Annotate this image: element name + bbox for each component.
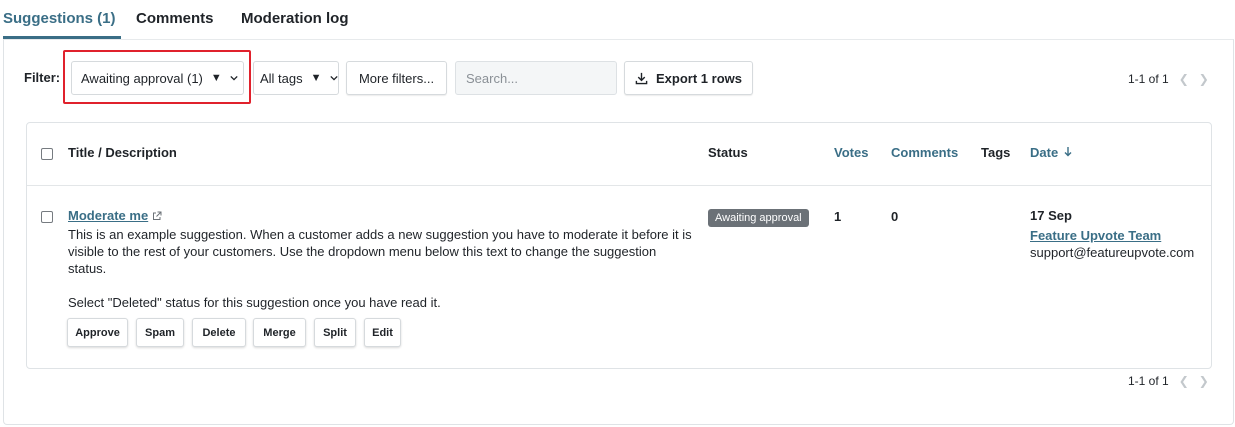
chevron-right-icon[interactable]: ❯: [1199, 72, 1209, 86]
header-tags: Tags: [981, 145, 1011, 160]
chevron-down-icon: [230, 75, 238, 81]
external-link-icon: [153, 211, 162, 220]
filter-label: Filter:: [24, 70, 61, 85]
pagination-count: 1-1 of 1: [1128, 72, 1169, 86]
caret-down-icon: ▼: [310, 72, 322, 84]
tags-filter-value: All tags: [260, 70, 303, 86]
header-title: Title / Description: [68, 145, 177, 160]
author-link[interactable]: Feature Upvote Team: [1030, 228, 1161, 243]
tab-comments[interactable]: Comments: [136, 10, 214, 27]
tags-filter-select[interactable]: All tags ▼: [253, 61, 339, 95]
header-date[interactable]: Date: [1030, 145, 1073, 160]
votes-count: 1: [834, 209, 842, 224]
status-filter-value: Awaiting approval (1): [81, 70, 203, 86]
delete-button[interactable]: Delete: [192, 318, 246, 347]
caret-down-icon: ▼: [210, 72, 222, 84]
header-date-label: Date: [1030, 145, 1059, 160]
search-box[interactable]: [455, 61, 617, 95]
pagination-top: 1-1 of 1 ❮ ❯: [1128, 72, 1209, 86]
spam-button[interactable]: Spam: [136, 318, 184, 347]
chevron-down-icon: [329, 75, 338, 81]
chevron-left-icon[interactable]: ❮: [1179, 374, 1189, 388]
suggestion-note: Select "Deleted" status for this suggest…: [68, 295, 441, 310]
split-button[interactable]: Split: [314, 318, 356, 347]
suggestion-title: Moderate me: [68, 208, 149, 223]
row-checkbox[interactable]: [41, 211, 53, 223]
header-votes[interactable]: Votes: [834, 145, 868, 160]
header-status: Status: [708, 145, 748, 160]
download-icon: [635, 72, 648, 84]
suggestion-description: This is an example suggestion. When a cu…: [68, 227, 692, 276]
author-email: support@featureupvote.com: [1030, 245, 1195, 260]
chevron-left-icon[interactable]: ❮: [1179, 72, 1189, 86]
more-filters-label: More filters...: [358, 70, 435, 86]
more-filters-button[interactable]: More filters...: [346, 61, 447, 95]
select-all-checkbox[interactable]: [41, 148, 53, 160]
tab-bar: Suggestions (1) Comments Moderation log: [0, 0, 1235, 39]
comments-count: 0: [891, 209, 899, 224]
export-button[interactable]: Export 1 rows: [624, 61, 753, 95]
header-divider: [27, 185, 1211, 186]
approve-button[interactable]: Approve: [67, 318, 128, 347]
chevron-right-icon[interactable]: ❯: [1199, 374, 1209, 388]
suggestion-title-link[interactable]: Moderate me: [68, 208, 162, 223]
suggestion-date: 17 Sep: [1030, 208, 1072, 223]
status-badge[interactable]: Awaiting approval: [708, 209, 809, 227]
status-filter-select[interactable]: Awaiting approval (1) ▼: [71, 61, 244, 95]
search-input[interactable]: [464, 69, 616, 87]
tab-suggestions[interactable]: Suggestions (1): [3, 10, 116, 27]
edit-button[interactable]: Edit: [364, 318, 401, 347]
sort-down-arrow-icon: [1064, 147, 1072, 157]
header-comments[interactable]: Comments: [891, 145, 958, 160]
export-label: Export 1 rows: [656, 70, 742, 86]
pagination-count: 1-1 of 1: [1128, 374, 1169, 388]
pagination-bottom: 1-1 of 1 ❮ ❯: [1128, 374, 1209, 388]
tab-moderation-log[interactable]: Moderation log: [241, 10, 349, 27]
merge-button[interactable]: Merge: [253, 318, 306, 347]
